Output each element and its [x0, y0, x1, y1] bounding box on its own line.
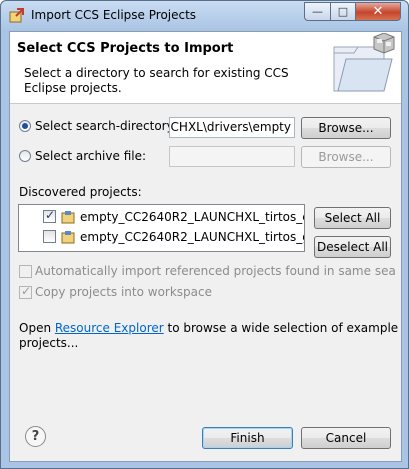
project-checkbox[interactable] — [43, 208, 56, 223]
search-directory-input[interactable]: C:\ti\simplelink_cc2640r2_sdk\examples\r… — [169, 117, 295, 138]
auto-import-checkbox[interactable] — [19, 265, 32, 278]
project-name: empty_CC2640R2_LAUNCHXL_tirtos_ccs — [80, 210, 305, 224]
wizard-banner: Select CCS Projects to Import Select a d… — [10, 32, 401, 104]
search-directory-browse-button[interactable]: Browse... — [301, 117, 391, 139]
dialog-body: Select CCS Projects to Import Select a d… — [9, 31, 402, 462]
cancel-button[interactable]: Cancel — [301, 427, 391, 449]
import-wizard-icon — [333, 33, 395, 92]
banner-title: Select CCS Projects to Import — [17, 41, 234, 56]
search-directory-radio[interactable] — [19, 120, 31, 132]
list-item[interactable]: empty_CC2640R2_LAUNCHXL_tirtos_ccs — [19, 208, 305, 228]
copy-projects-label: Copy projects into workspace — [35, 285, 213, 299]
copy-projects-checkbox[interactable] — [19, 284, 32, 299]
project-checkbox[interactable] — [43, 230, 56, 243]
list-item[interactable]: empty_CC2640R2_LAUNCHXL_tirtos_gcc — [19, 228, 305, 248]
archive-file-input[interactable] — [169, 146, 295, 167]
minimize-button[interactable]: — — [304, 2, 331, 21]
title-bar[interactable]: Import CCS Eclipse Projects — □ ✕ — [1, 1, 408, 31]
maximize-button[interactable]: □ — [330, 2, 356, 21]
project-folder-icon — [61, 231, 75, 244]
import-icon — [9, 8, 24, 23]
discovered-projects-label: Discovered projects: — [19, 185, 142, 199]
close-button[interactable]: ✕ — [355, 2, 401, 21]
project-folder-icon — [61, 211, 75, 224]
search-directory-label: Select search-directory: — [35, 119, 177, 133]
window-title: Import CCS Eclipse Projects — [31, 8, 197, 22]
auto-import-label: Automatically import referenced projects… — [35, 264, 395, 278]
archive-file-label: Select archive file: — [35, 149, 147, 163]
banner-description: Select a directory to search for existin… — [24, 66, 289, 95]
archive-file-radio[interactable] — [19, 150, 31, 162]
help-icon[interactable]: ? — [25, 426, 46, 447]
resource-explorer-text-line2: projects... — [19, 336, 79, 350]
resource-explorer-text: Open Resource Explorer to browse a wide … — [19, 321, 399, 335]
finish-button[interactable]: Finish — [202, 427, 293, 449]
resource-explorer-link[interactable]: Resource Explorer — [55, 321, 164, 335]
dialog-window: Import CCS Eclipse Projects — □ ✕ Select… — [0, 0, 409, 469]
archive-file-browse-button[interactable]: Browse... — [301, 146, 391, 168]
discovered-projects-list[interactable]: empty_CC2640R2_LAUNCHXL_tirtos_ccs empty… — [18, 204, 305, 252]
deselect-all-button[interactable]: Deselect All — [314, 236, 391, 258]
select-all-button[interactable]: Select All — [314, 207, 391, 229]
project-name: empty_CC2640R2_LAUNCHXL_tirtos_gcc — [80, 230, 305, 244]
